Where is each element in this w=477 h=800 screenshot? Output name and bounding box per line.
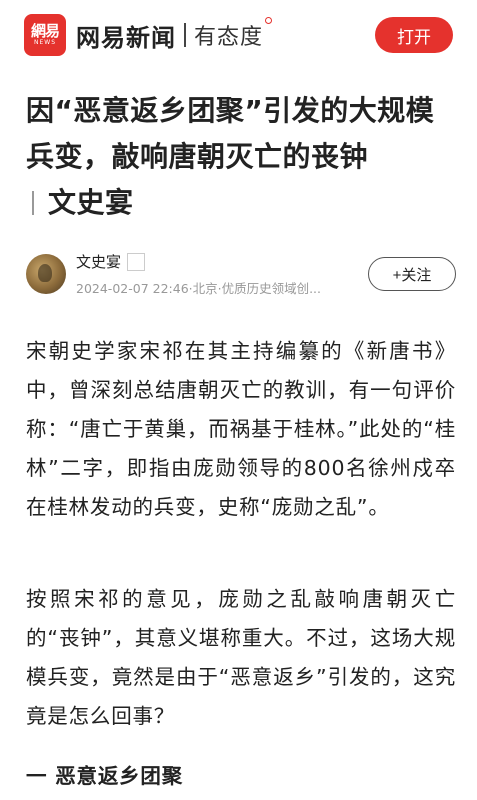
brand-slogan: 有态度 — [194, 17, 273, 51]
logo-subtext: NEWS — [33, 39, 57, 46]
article-column-name: 文史宴 — [48, 186, 134, 219]
author-row: 文史宴 2024-02-07 22:46·北京·优质历史领域创... +关注 — [26, 252, 456, 296]
registered-mark-icon — [265, 17, 273, 24]
slogan-text: 有态度 — [194, 25, 264, 50]
logo-text: 網易 — [30, 22, 60, 40]
article-title-text: 因“恶意返乡团聚”引发的大规模兵变，敲响唐朝灭亡的丧钟 — [26, 94, 435, 173]
top-bar: 網易 NEWS 网易新闻 有态度 打开 — [0, 0, 477, 70]
article-paragraph: 按照宋祁的意见，庞勋之乱敲响唐朝灭亡的“丧钟”，其意义堪称重大。不过，这场大规模… — [26, 587, 456, 728]
publish-meta: 2024-02-07 22:46·北京·优质历史领域创... — [76, 281, 322, 296]
follow-button[interactable]: +关注 — [368, 257, 456, 291]
brand-divider — [184, 23, 186, 47]
netease-logo[interactable]: 網易 NEWS — [24, 14, 66, 56]
article-paragraph: 宋朝史学家宋祁在其主持编纂的《新唐书》中，曾深刻总结唐朝灭亡的教训，有一句评价称… — [26, 339, 456, 519]
article-title: 因“恶意返乡团聚”引发的大规模兵变，敲响唐朝灭亡的丧钟文史宴 — [26, 88, 456, 226]
title-divider — [32, 191, 34, 215]
author-badge-icon — [127, 252, 146, 271]
brand-name: 网易新闻 — [76, 23, 176, 52]
author-name-row: 文史宴 — [76, 251, 356, 272]
open-app-button[interactable]: 打开 — [375, 17, 453, 53]
avatar[interactable] — [26, 254, 66, 294]
section-heading: 一 恶意返乡团聚 — [26, 764, 184, 788]
author-info: 文史宴 2024-02-07 22:46·北京·优质历史领域创... — [76, 251, 356, 297]
author-name[interactable]: 文史宴 — [76, 251, 121, 272]
